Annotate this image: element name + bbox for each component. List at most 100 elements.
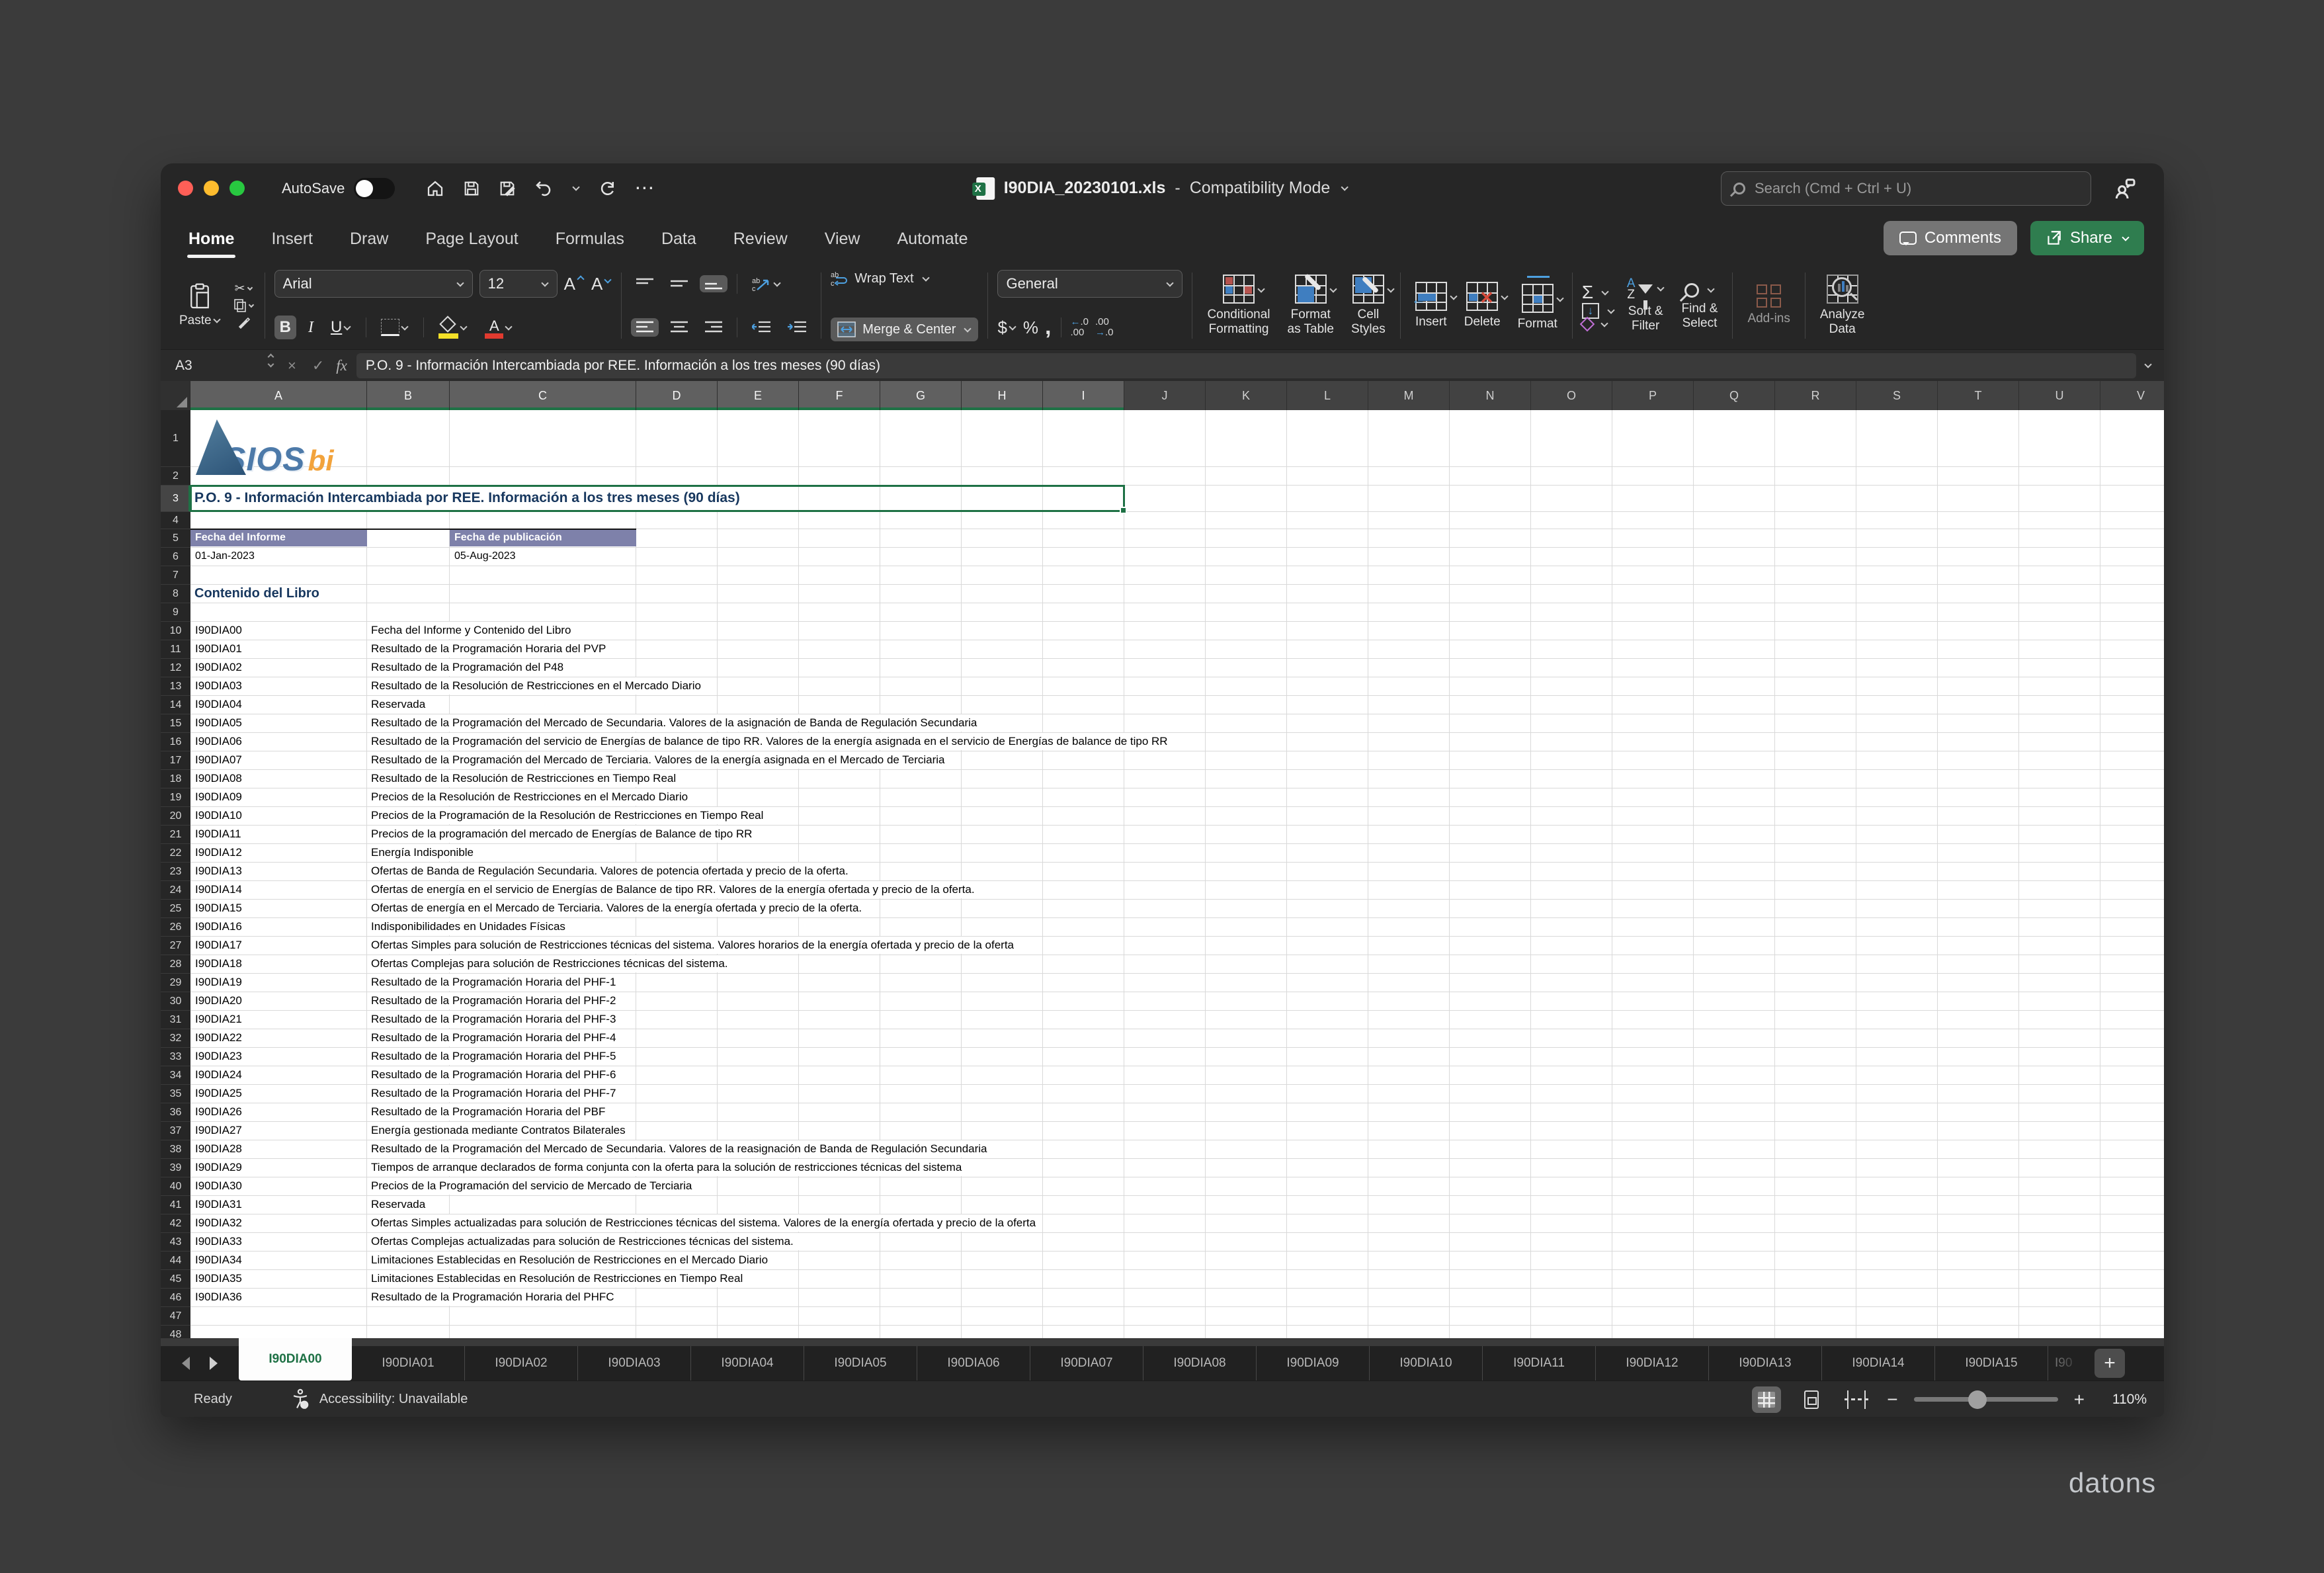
cell-D1[interactable] (636, 410, 718, 466)
align-middle-button[interactable] (665, 275, 693, 292)
cell-N10[interactable] (1450, 622, 1531, 640)
cell-F36[interactable] (799, 1103, 880, 1121)
cell-J3[interactable] (1124, 486, 1206, 511)
cell-D4[interactable] (636, 512, 718, 529)
cell-K10[interactable] (1206, 622, 1287, 640)
cell-I14[interactable] (1043, 696, 1124, 714)
zoom-slider-thumb[interactable] (1968, 1390, 1987, 1409)
cell-T1[interactable] (1938, 410, 2019, 466)
cell-R18[interactable] (1775, 770, 1856, 788)
cell-D9[interactable] (636, 603, 718, 621)
cell-T34[interactable] (1938, 1066, 2019, 1084)
column-header-J[interactable]: J (1124, 381, 1206, 410)
cell-G6[interactable] (880, 548, 962, 566)
cell-G44[interactable] (880, 1252, 962, 1269)
row-header-30[interactable]: 30 (161, 992, 190, 1011)
cell-D6[interactable] (636, 548, 718, 566)
cell-P12[interactable] (1612, 659, 1694, 677)
cell-S47[interactable] (1856, 1307, 1938, 1325)
cell-L35[interactable] (1287, 1085, 1368, 1103)
cell-K17[interactable] (1206, 751, 1287, 769)
font-size-select[interactable]: 12 (479, 270, 558, 298)
cell-L40[interactable] (1287, 1177, 1368, 1195)
cell-I35[interactable] (1043, 1085, 1124, 1103)
cell-E22[interactable] (718, 844, 799, 862)
cell-U44[interactable] (2019, 1252, 2100, 1269)
cell-J45[interactable] (1124, 1270, 1206, 1288)
cell-L29[interactable] (1287, 974, 1368, 992)
cell-Q47[interactable] (1694, 1307, 1775, 1325)
bold-button[interactable]: B (274, 316, 296, 339)
cell-F32[interactable] (799, 1029, 880, 1047)
cell-L7[interactable] (1287, 566, 1368, 584)
cell-R10[interactable] (1775, 622, 1856, 640)
cell-U11[interactable] (2019, 640, 2100, 658)
decrease-indent-button[interactable] (747, 318, 776, 337)
cell-V43[interactable] (2100, 1233, 2164, 1251)
cell-R11[interactable] (1775, 640, 1856, 658)
cell-R41[interactable] (1775, 1196, 1856, 1214)
cell-I40[interactable] (1043, 1177, 1124, 1195)
ribbon-tab-page-layout[interactable]: Page Layout (424, 220, 519, 258)
cell-V6[interactable] (2100, 548, 2164, 566)
cell-Q8[interactable] (1694, 585, 1775, 603)
cell-I28[interactable] (1043, 955, 1124, 973)
cell-S17[interactable] (1856, 751, 1938, 769)
fill-handle[interactable] (1120, 507, 1127, 514)
cell-U7[interactable] (2019, 566, 2100, 584)
cell-T21[interactable] (1938, 826, 2019, 843)
cell-T35[interactable] (1938, 1085, 2019, 1103)
cell-H34[interactable] (962, 1066, 1043, 1084)
cell-S4[interactable] (1856, 512, 1938, 529)
undo-icon[interactable] (534, 179, 554, 198)
cell-J48[interactable] (1124, 1326, 1206, 1338)
cell-K12[interactable] (1206, 659, 1287, 677)
cell-L18[interactable] (1287, 770, 1368, 788)
cell-Q22[interactable] (1694, 844, 1775, 862)
cell-I10[interactable] (1043, 622, 1124, 640)
cell-C8[interactable] (450, 585, 636, 603)
cell-Q3[interactable] (1694, 486, 1775, 511)
cell-G40[interactable] (880, 1177, 962, 1195)
cell-U4[interactable] (2019, 512, 2100, 529)
cell-I39[interactable] (1043, 1159, 1124, 1177)
cell-O47[interactable] (1531, 1307, 1612, 1325)
cell-N21[interactable] (1450, 826, 1531, 843)
cell-P4[interactable] (1612, 512, 1694, 529)
cell-H2[interactable] (962, 467, 1043, 485)
cell-N22[interactable] (1450, 844, 1531, 862)
cell-V37[interactable] (2100, 1122, 2164, 1140)
cell-V15[interactable] (2100, 714, 2164, 732)
cell-O37[interactable] (1531, 1122, 1612, 1140)
cell-M11[interactable] (1368, 640, 1450, 658)
cell-M26[interactable] (1368, 918, 1450, 936)
cell-O29[interactable] (1531, 974, 1612, 992)
cell-I12[interactable] (1043, 659, 1124, 677)
cell-V27[interactable] (2100, 937, 2164, 955)
cell-F22[interactable] (799, 844, 880, 862)
row-header-32[interactable]: 32 (161, 1029, 190, 1048)
cell-R8[interactable] (1775, 585, 1856, 603)
cell-K37[interactable] (1206, 1122, 1287, 1140)
cell-S15[interactable] (1856, 714, 1938, 732)
row-header-2[interactable]: 2 (161, 467, 190, 486)
cell-B5[interactable] (367, 529, 450, 547)
cell-V29[interactable] (2100, 974, 2164, 992)
row-header-46[interactable]: 46 (161, 1289, 190, 1307)
cell-N11[interactable] (1450, 640, 1531, 658)
cell-U13[interactable] (2019, 677, 2100, 695)
cell-F5[interactable] (799, 529, 880, 547)
cell-E19[interactable] (718, 788, 799, 806)
cell-P47[interactable] (1612, 1307, 1694, 1325)
cell-Q39[interactable] (1694, 1159, 1775, 1177)
cell-U33[interactable] (2019, 1048, 2100, 1066)
cell-I33[interactable] (1043, 1048, 1124, 1066)
next-sheet-arrow-icon[interactable] (210, 1357, 218, 1370)
cell-A9[interactable] (190, 603, 367, 621)
column-header-E[interactable]: E (718, 381, 799, 410)
cell-H48[interactable] (962, 1326, 1043, 1338)
cell-J35[interactable] (1124, 1085, 1206, 1103)
compatibility-mode-label[interactable]: Compatibility Mode (1190, 179, 1331, 198)
cell-G45[interactable] (880, 1270, 962, 1288)
cell-E8[interactable] (718, 585, 799, 603)
